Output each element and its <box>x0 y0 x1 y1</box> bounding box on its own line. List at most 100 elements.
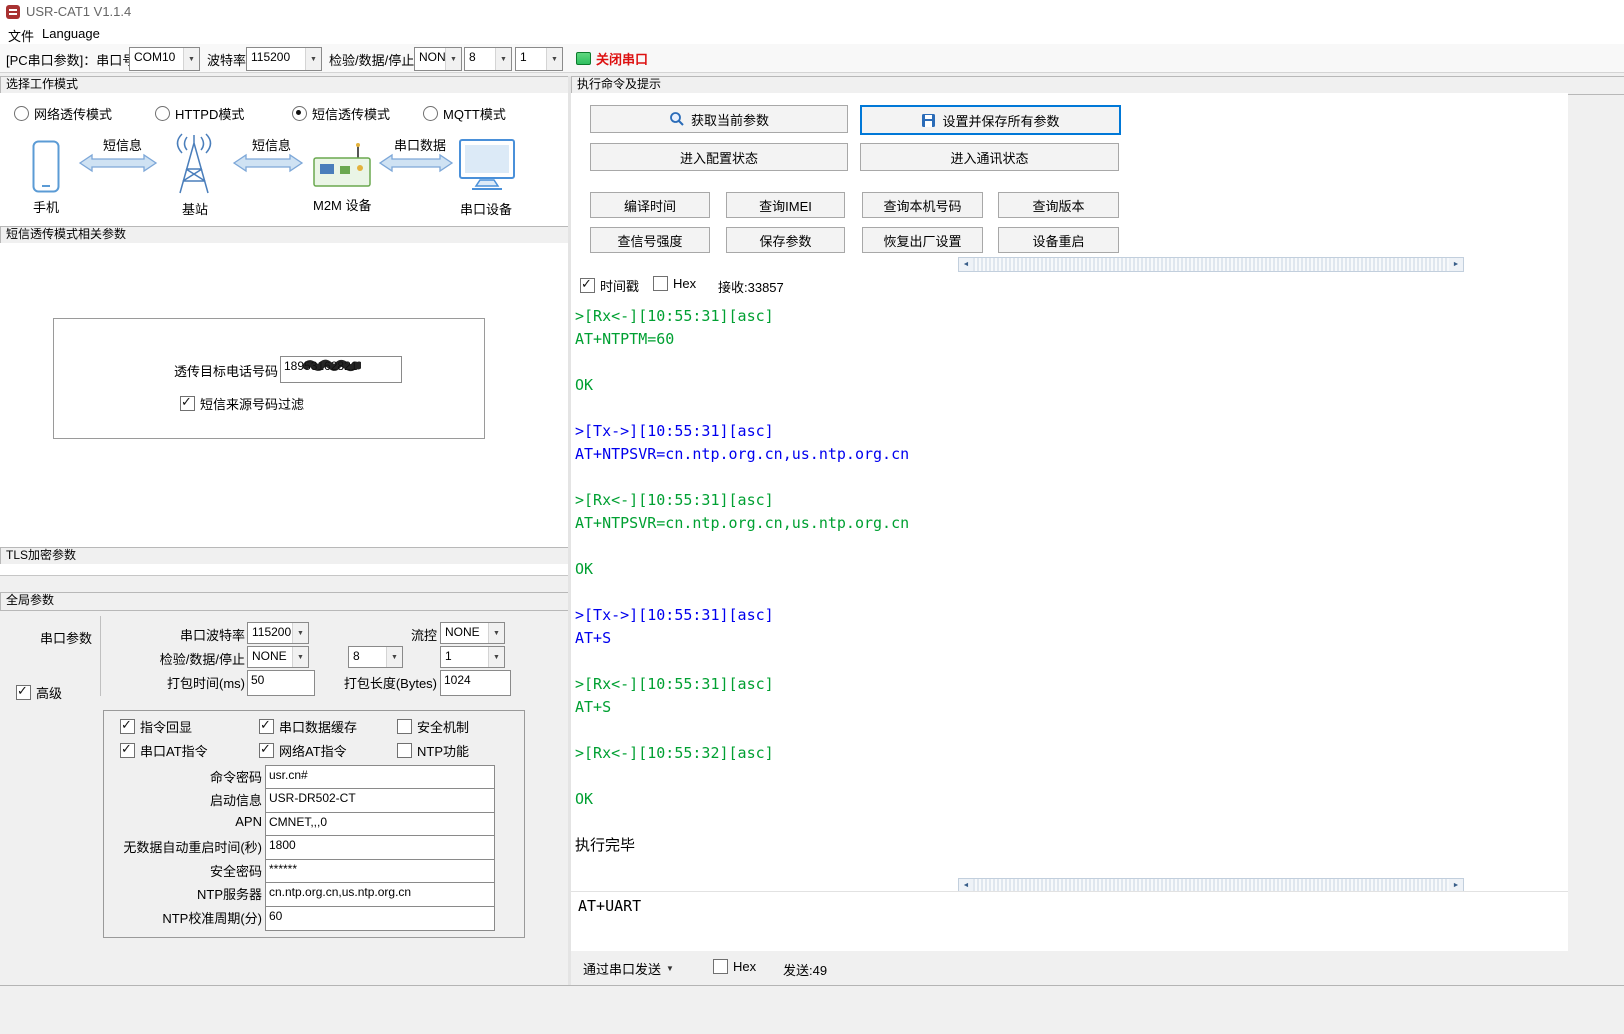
set-save-params-button[interactable]: 设置并保存所有参数 <box>860 105 1121 135</box>
option-command-echo-checkbox[interactable]: 指令回显 <box>120 717 192 736</box>
log-line <box>575 351 1555 374</box>
checkbox-box <box>259 719 274 734</box>
com-port-value: COM10 <box>130 48 183 70</box>
send-input-area[interactable]: AT+UART <box>571 891 1568 952</box>
log-line <box>575 765 1555 788</box>
enter-comm-button[interactable]: 进入通讯状态 <box>860 143 1119 171</box>
chevron-down-icon: ▼ <box>305 48 321 70</box>
mode-radio-network[interactable]: 网络透传模式 <box>14 104 112 123</box>
magnifier-icon <box>669 111 685 127</box>
mode-label: 网络透传模式 <box>34 104 112 123</box>
factory-reset-button[interactable]: 恢复出厂设置 <box>862 227 983 253</box>
mode-label: MQTT模式 <box>443 104 506 123</box>
close-port-button[interactable]: 关闭串口 <box>576 49 648 68</box>
port-open-status-icon <box>576 52 591 65</box>
diagram-label-tower: 基站 <box>182 199 208 218</box>
get-params-button[interactable]: 获取当前参数 <box>590 105 848 133</box>
global-data-bits-select[interactable]: 8 ▼ <box>348 646 403 668</box>
global-stop-bits-select[interactable]: 1 ▼ <box>440 646 505 668</box>
diagram-label-phone: 手机 <box>33 197 59 216</box>
apn-input[interactable]: CMNET,,,0 <box>265 812 495 837</box>
query-version-button[interactable]: 查询版本 <box>998 192 1119 218</box>
section-header-global: 全局参数 <box>0 592 575 611</box>
scroll-left-icon[interactable]: ◄ <box>959 258 973 271</box>
global-baud-select[interactable]: 115200 ▼ <box>247 622 309 644</box>
scroll-right-icon[interactable]: ► <box>1449 258 1463 271</box>
enter-config-button[interactable]: 进入配置状态 <box>590 143 848 171</box>
checkbox-label: 安全机制 <box>417 717 469 736</box>
command-password-input[interactable]: usr.cn# <box>265 765 495 790</box>
mode-radio-mqtt[interactable]: MQTT模式 <box>423 104 506 123</box>
log-line: OK <box>575 558 1555 581</box>
boot-message-input[interactable]: USR-DR502-CT <box>265 788 495 813</box>
chevron-down-icon: ▼ <box>292 647 308 667</box>
option-ntp-checkbox[interactable]: NTP功能 <box>397 741 469 760</box>
parity-value: NONI <box>415 48 445 70</box>
button-label: 编译时间 <box>624 196 676 215</box>
chevron-down-icon: ▼ <box>183 48 199 70</box>
enter-config-label: 进入配置状态 <box>680 148 758 167</box>
no-data-restart-input[interactable]: 1800 <box>265 835 495 860</box>
arrow-link-icon <box>232 153 304 173</box>
ntp-period-input[interactable]: 60 <box>265 906 495 931</box>
baud-rate-select[interactable]: 115200 ▼ <box>246 47 322 71</box>
set-save-params-label: 设置并保存所有参数 <box>942 111 1059 130</box>
query-signal-button[interactable]: 查信号强度 <box>590 227 710 253</box>
log-top-scrollbar[interactable]: ◄ ► <box>958 257 1464 272</box>
flow-control-label: 流控 <box>350 625 437 644</box>
send-hex-checkbox[interactable]: Hex <box>713 959 756 974</box>
sent-counter: 发送:49 <box>783 960 827 979</box>
log-line: AT+S <box>575 627 1555 650</box>
com-port-select[interactable]: COM10 ▼ <box>129 47 200 71</box>
scrollbar-track[interactable] <box>973 258 1449 271</box>
query-phone-number-button[interactable]: 查询本机号码 <box>862 192 983 218</box>
log-line <box>575 535 1555 558</box>
chevron-down-icon: ▼ <box>386 647 402 667</box>
ntp-server-input[interactable]: cn.ntp.org.cn,us.ntp.org.cn <box>265 882 495 907</box>
global-parity-select[interactable]: NONE ▼ <box>247 646 309 668</box>
bottom-divider <box>0 985 1624 986</box>
close-port-label: 关闭串口 <box>596 49 648 68</box>
compile-time-button[interactable]: 编译时间 <box>590 192 710 218</box>
option-security-checkbox[interactable]: 安全机制 <box>397 717 469 736</box>
receive-hex-checkbox[interactable]: Hex <box>653 276 696 291</box>
log-line <box>575 719 1555 742</box>
advanced-checkbox[interactable]: 高级 <box>16 683 62 702</box>
mode-radio-sms[interactable]: 短信透传模式 <box>292 104 390 123</box>
button-label: 查询版本 <box>1032 196 1084 215</box>
stop-bits-value: 1 <box>516 48 546 70</box>
send-via-serial-button[interactable]: 通过串口发送 ▼ <box>583 959 674 978</box>
boot-message-label: 启动信息 <box>110 790 262 809</box>
option-serial-at-checkbox[interactable]: 串口AT指令 <box>120 741 208 760</box>
timestamp-checkbox[interactable]: 时间戳 <box>580 276 639 295</box>
checkbox-label: 短信来源号码过滤 <box>200 394 304 413</box>
flow-control-select[interactable]: NONE ▼ <box>440 622 505 644</box>
arrow-link-icon <box>78 153 158 173</box>
chevron-down-icon: ▼ <box>488 647 504 667</box>
receive-log[interactable]: >[Rx<-][10:55:31][asc] AT+NTPTM=60 OK >[… <box>575 305 1555 865</box>
save-params-button[interactable]: 保存参数 <box>726 227 845 253</box>
security-password-input[interactable]: ****** <box>265 859 495 884</box>
option-serial-cache-checkbox[interactable]: 串口数据缓存 <box>259 717 357 736</box>
log-line: AT+NTPTM=60 <box>575 328 1555 351</box>
mode-radio-httpd[interactable]: HTTPD模式 <box>155 104 244 123</box>
option-network-at-checkbox[interactable]: 网络AT指令 <box>259 741 347 760</box>
menu-language[interactable]: Language <box>42 26 100 41</box>
device-restart-button[interactable]: 设备重启 <box>998 227 1119 253</box>
checkbox-label: NTP功能 <box>417 741 469 760</box>
pack-length-input[interactable]: 1024 <box>440 670 511 696</box>
sms-source-filter-checkbox[interactable]: 短信来源号码过滤 <box>180 394 304 413</box>
diagram-label-serial-data: 串口数据 <box>394 135 446 154</box>
stop-bits-select[interactable]: 1 ▼ <box>515 47 563 71</box>
m2m-device-icon <box>312 142 372 190</box>
query-imei-button[interactable]: 查询IMEI <box>726 192 845 218</box>
chevron-down-icon: ▼ <box>292 623 308 643</box>
log-line: >[Tx->][10:55:31][asc] <box>575 604 1555 627</box>
redaction-scribble <box>303 357 361 375</box>
menu-file[interactable]: 文件 <box>8 26 34 45</box>
button-label: 设备重启 <box>1032 231 1084 250</box>
parity-select[interactable]: NONI ▼ <box>414 47 462 71</box>
log-line: OK <box>575 374 1555 397</box>
data-bits-select[interactable]: 8 ▼ <box>464 47 512 71</box>
arrow-link-icon <box>378 153 454 173</box>
